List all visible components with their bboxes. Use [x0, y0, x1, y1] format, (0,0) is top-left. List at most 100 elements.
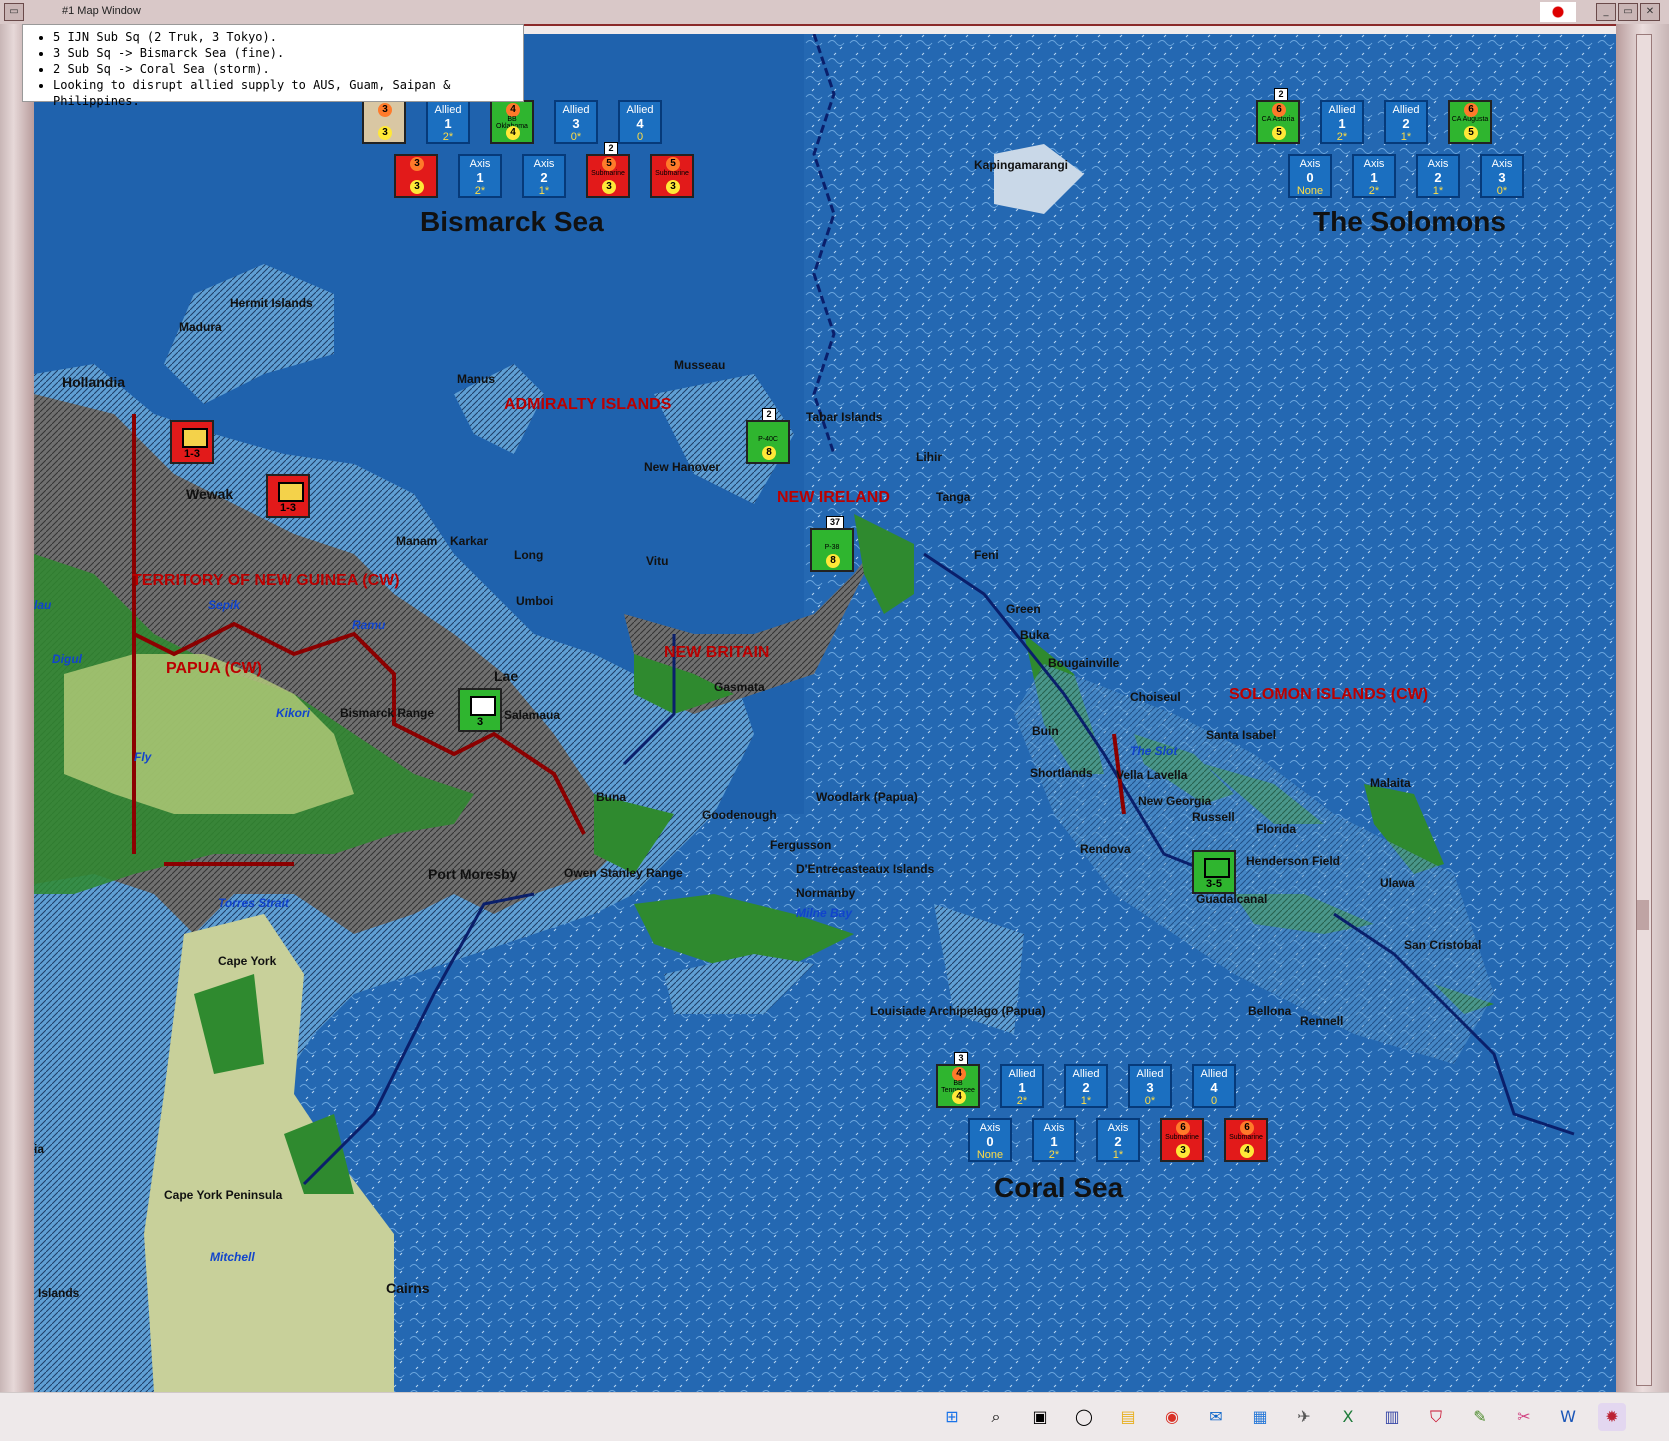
allied-sea-box[interactable]: Allied 4 0 [1192, 1064, 1236, 1108]
allied-sea-box[interactable]: Allied 4 0 [618, 100, 662, 144]
place-the-slot: The Slot [1130, 744, 1178, 758]
rising-sun-flag-icon [1540, 2, 1576, 22]
place-vella-lavella: Vella Lavella [1116, 768, 1188, 782]
axis-sea-box[interactable]: Axis 3 0* [1480, 154, 1524, 198]
place-owen-stanley: Owen Stanley Range [564, 866, 683, 880]
note-item: 2 Sub Sq -> Coral Sea (storm). [53, 61, 523, 77]
place-cape-york: Cape York [218, 954, 277, 968]
snipping-tool-icon[interactable]: ✂ [1510, 1403, 1538, 1431]
close-button[interactable]: ✕ [1640, 3, 1660, 21]
notepad-icon[interactable]: ✎ [1466, 1403, 1494, 1431]
remote-desktop-icon[interactable]: ▦ [1246, 1403, 1274, 1431]
place-long: Long [514, 548, 544, 562]
place-tanga: Tanga [936, 490, 971, 504]
place-lae: Lae [494, 668, 519, 684]
axis-sea-box[interactable]: Axis 2 1* [1096, 1118, 1140, 1162]
maximize-button[interactable]: ▭ [1618, 3, 1638, 21]
axis-sea-box[interactable]: Axis 0 None [1288, 154, 1332, 198]
place-wewak: Wewak [186, 486, 234, 502]
river-kikori: Kikori [276, 706, 311, 720]
axis-sea-box[interactable]: Axis 2 1* [522, 154, 566, 198]
allied-sea-box[interactable]: Allied 2 1* [1064, 1064, 1108, 1108]
ca-augusta-counter[interactable]: 6 CA Augusta 5 [1448, 100, 1492, 144]
place-bougainville: Bougainville [1048, 656, 1120, 670]
place-milne-bay: Milne Bay [796, 906, 853, 920]
place-florida: Florida [1256, 822, 1297, 836]
allied-sea-box[interactable]: Allied 3 0* [1128, 1064, 1172, 1108]
submarine-counter[interactable]: 5 Submarine 3 [650, 154, 694, 198]
dell-icon[interactable]: ◯ [1070, 1403, 1098, 1431]
word-icon[interactable]: W [1554, 1403, 1582, 1431]
mcafee-icon[interactable]: ⛉ [1422, 1403, 1450, 1431]
allied-sea-box[interactable]: Allied 3 0* [554, 100, 598, 144]
place-guadalcanal: Guadalcanal [1196, 892, 1268, 906]
minimize-button[interactable]: _ [1596, 3, 1616, 21]
place-choiseul: Choiseul [1130, 690, 1181, 704]
excel-icon[interactable]: X [1334, 1403, 1362, 1431]
allied-sea-box[interactable]: Allied 1 2* [1000, 1064, 1044, 1108]
submarine-counter[interactable]: 33 [394, 154, 438, 198]
place-vitu: Vitu [646, 554, 669, 568]
place-new-georgia: New Georgia [1138, 794, 1212, 808]
place-lihir: Lihir [916, 450, 942, 464]
axis-sea-box[interactable]: Axis 1 2* [1032, 1118, 1076, 1162]
place-madura: Madura [179, 320, 222, 334]
place-islands: Islands [38, 1286, 80, 1300]
ca-astoria-counter[interactable]: 6 CA Astoria 5 [1256, 100, 1300, 144]
place-san-cristobal: San Cristobal [1404, 938, 1482, 952]
submarine-counter[interactable]: 6 Submarine 4 [1224, 1118, 1268, 1162]
axis-sea-box[interactable]: Axis 1 2* [458, 154, 502, 198]
sea-label-solomons: The Solomons [1313, 206, 1506, 237]
submarine-counter[interactable]: 6 Submarine 3 [1160, 1118, 1204, 1162]
p40-air-unit-counter[interactable]: P-40C 8 [746, 420, 790, 464]
place-dentrecasteaux: D'Entrecasteaux Islands [796, 862, 935, 876]
us-marine-counter[interactable]: 3-5 [1192, 850, 1236, 894]
place-cape-york-peninsula: Cape York Peninsula [164, 1188, 283, 1202]
place-new-hanover: New Hanover [644, 460, 721, 474]
note-item: 3 Sub Sq -> Bismarck Sea (fine). [53, 45, 523, 61]
place-feni: Feni [974, 548, 999, 562]
search-icon[interactable]: ⌕ [982, 1403, 1010, 1431]
japanese-infantry-counter[interactable]: 1-3 [266, 474, 310, 518]
storage-icon[interactable]: ▥ [1378, 1403, 1406, 1431]
chrome-icon[interactable]: ◉ [1158, 1403, 1186, 1431]
japanese-engineer-counter[interactable]: 1-3 [170, 420, 214, 464]
axis-sea-box[interactable]: Axis 0 None [968, 1118, 1012, 1162]
outlook-icon[interactable]: ✉ [1202, 1403, 1230, 1431]
place-goodenough: Goodenough [702, 808, 777, 822]
file-explorer-icon[interactable]: ▤ [1114, 1403, 1142, 1431]
place-normanby: Normanby [796, 886, 856, 900]
title-bar: ▭ #1 Map Window _ ▭ ✕ [0, 0, 1669, 26]
allied-sea-box[interactable]: Allied 2 1* [1384, 100, 1428, 144]
taskbar: ⊞ ⌕ ▣ ◯ ▤ ◉ ✉ ▦ ✈ X ▥ ⛉ ✎ ✂ W ✹ [0, 1392, 1669, 1441]
submarine-counter[interactable]: 5 Submarine 3 [586, 154, 630, 198]
place-santa-isabel: Santa Isabel [1206, 728, 1277, 742]
place-rennell: Rennell [1300, 1014, 1344, 1028]
place-green: Green [1006, 602, 1041, 616]
region-label-new-ireland: NEW IRELAND [777, 489, 890, 506]
task-view-icon[interactable]: ▣ [1026, 1403, 1054, 1431]
place-manus: Manus [457, 372, 496, 386]
system-menu-icon[interactable]: ▭ [4, 3, 24, 21]
allied-sea-box[interactable]: Allied 1 2* [1320, 100, 1364, 144]
place-louisiade: Louisiade Archipelago (Papua) [870, 1004, 1046, 1018]
map-view[interactable]: Bismarck Sea The Solomons Coral Sea ADMI… [34, 34, 1616, 1392]
wif-game-icon[interactable]: ✹ [1598, 1403, 1626, 1431]
place-bismarck-range: Bismarck Range [340, 706, 435, 720]
place-rendova: Rendova [1080, 842, 1131, 856]
vertical-scrollbar[interactable] [1636, 34, 1652, 1386]
place-cairns: Cairns [386, 1280, 430, 1296]
p38-air-unit-counter[interactable]: P-38 8 [810, 528, 854, 572]
region-label-admiralty: ADMIRALTY ISLANDS [504, 396, 672, 413]
axis-sea-box[interactable]: Axis 1 2* [1352, 154, 1396, 198]
windows-icon[interactable]: ⊞ [938, 1403, 966, 1431]
allied-infantry-counter[interactable]: 3 [458, 688, 502, 732]
game-icon[interactable]: ✈ [1290, 1403, 1318, 1431]
bb-tennessee-counter[interactable]: 4BB Tennessee4 [936, 1064, 980, 1108]
place-buin: Buin [1032, 724, 1059, 738]
region-label-new-britain: NEW BRITAIN [664, 644, 770, 661]
scrollbar-thumb[interactable] [1637, 900, 1649, 930]
sea-label-coral: Coral Sea [994, 1172, 1124, 1203]
place-malaita: Malaita [1370, 776, 1411, 790]
axis-sea-box[interactable]: Axis 2 1* [1416, 154, 1460, 198]
